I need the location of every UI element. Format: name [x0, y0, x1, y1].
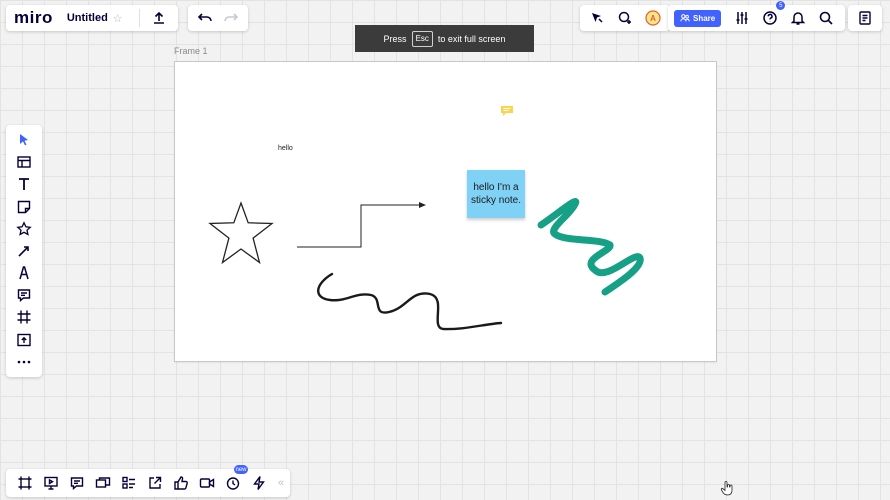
- help-icon[interactable]: 5: [757, 1, 786, 31]
- collapse-toolbar-icon[interactable]: «: [278, 477, 284, 489]
- esc-key: Esc: [411, 30, 433, 47]
- undo-icon[interactable]: [192, 5, 218, 31]
- templates-icon[interactable]: [10, 152, 38, 172]
- add-collaborator-icon[interactable]: [612, 5, 638, 31]
- presentation-icon[interactable]: [38, 470, 64, 496]
- sticky-note[interactable]: hello I'm a sticky note.: [467, 170, 525, 218]
- topbar-left: miro Untitled ☆: [6, 5, 178, 31]
- elbow-connector-line[interactable]: [297, 204, 420, 248]
- comment-pin-icon[interactable]: [500, 105, 514, 117]
- more-icon[interactable]: [10, 352, 38, 372]
- toast-rest-text: to exit full screen: [437, 33, 506, 44]
- share-button[interactable]: Share: [674, 9, 722, 27]
- select-arrow-icon[interactable]: [10, 130, 38, 150]
- cursor-follow-icon[interactable]: [584, 5, 610, 31]
- kanban-icon[interactable]: [116, 470, 142, 496]
- timer-icon[interactable]: new: [220, 465, 248, 496]
- divider: [138, 9, 140, 27]
- notes-panel: [848, 5, 882, 31]
- canvas-drawings: [208, 198, 644, 331]
- collaboration-panel: A: [580, 5, 670, 31]
- fullscreen-toast: Press Esc to exit full screen: [355, 25, 534, 52]
- share-label: Share: [693, 13, 716, 23]
- toast-press-text: Press: [383, 33, 407, 44]
- frames-icon[interactable]: [12, 470, 38, 496]
- sticky-note-icon[interactable]: [10, 197, 38, 217]
- reactions-icon[interactable]: [168, 470, 194, 496]
- apps-lightning-icon[interactable]: [246, 470, 272, 496]
- comment-icon[interactable]: [10, 285, 38, 305]
- new-badge: new: [234, 465, 248, 474]
- miro-logo[interactable]: miro: [14, 8, 53, 28]
- topbar-right: Share 5: [668, 1, 846, 31]
- connection-line-icon[interactable]: [10, 241, 38, 261]
- shapes-icon[interactable]: [10, 219, 38, 239]
- pen-icon[interactable]: [10, 263, 38, 283]
- upload-icon[interactable]: [10, 330, 38, 350]
- left-toolbar: [6, 125, 42, 377]
- search-icon[interactable]: [813, 5, 839, 31]
- frame-label[interactable]: Frame 1: [174, 46, 208, 56]
- help-badge: 5: [776, 1, 786, 10]
- share-screen-icon[interactable]: [142, 470, 168, 496]
- video-call-icon[interactable]: [194, 470, 220, 496]
- bottom-toolbar: new «: [6, 465, 291, 497]
- settings-sliders-icon[interactable]: [729, 5, 755, 31]
- hand-cursor-icon: [720, 481, 733, 496]
- redo-icon[interactable]: [218, 5, 244, 31]
- svg-text:A: A: [650, 14, 656, 23]
- notifications-bell-icon[interactable]: [785, 5, 811, 31]
- export-upload-icon[interactable]: [146, 5, 172, 31]
- cards-icon[interactable]: [90, 470, 116, 496]
- connector-arrowhead: [419, 202, 426, 208]
- notes-list-icon[interactable]: [852, 5, 878, 31]
- star-shape[interactable]: [208, 201, 274, 265]
- frame-1[interactable]: hello hello I'm a sticky note.: [174, 61, 717, 362]
- undo-redo-panel: [188, 5, 248, 31]
- canvas-text-hello[interactable]: hello: [278, 145, 293, 152]
- comments-icon[interactable]: [64, 470, 90, 496]
- pen-scribble-black[interactable]: [317, 272, 503, 331]
- favorite-star-icon[interactable]: ☆: [113, 12, 123, 25]
- frame-icon[interactable]: [10, 307, 38, 327]
- board-title[interactable]: Untitled: [67, 12, 108, 24]
- user-avatar-icon[interactable]: A: [640, 5, 666, 31]
- marker-scribble-green[interactable]: [537, 198, 644, 296]
- text-icon[interactable]: [10, 174, 38, 194]
